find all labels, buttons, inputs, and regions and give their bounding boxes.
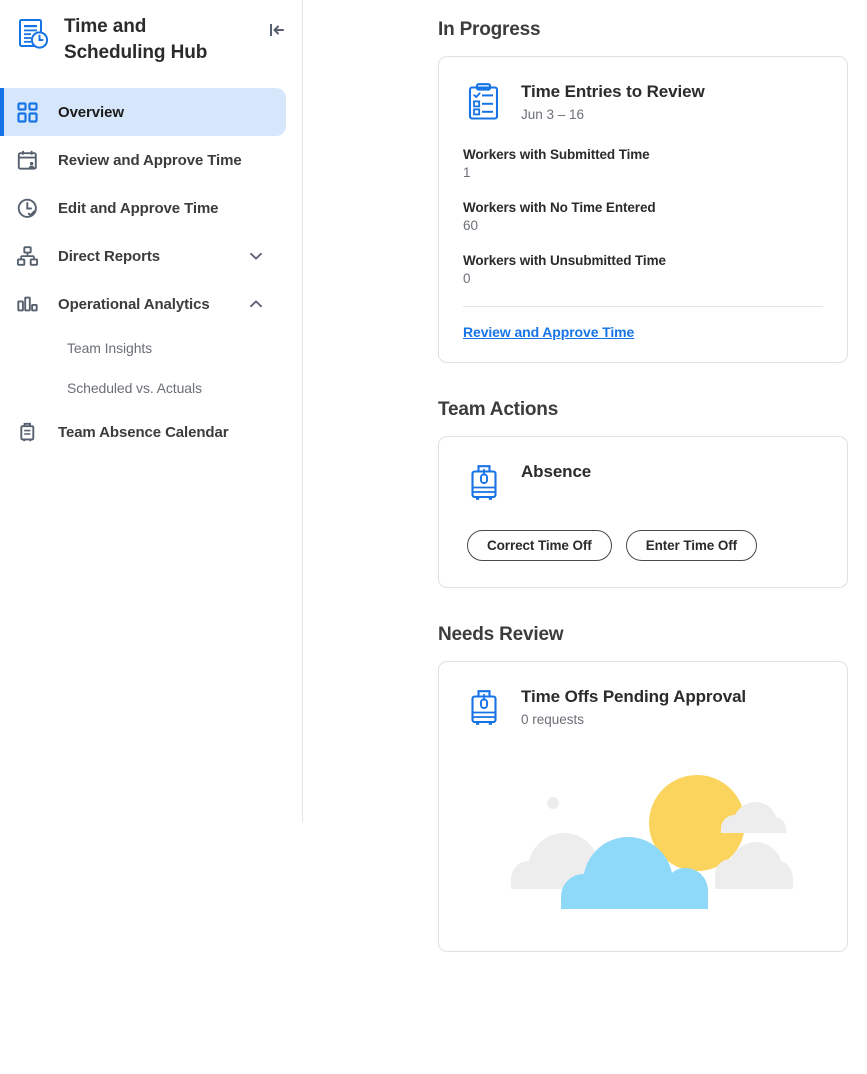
review-and-approve-time-link[interactable]: Review and Approve Time: [463, 324, 634, 340]
sidebar-subitem-label: Team Insights: [67, 340, 153, 356]
collapse-panel-left-icon[interactable]: [266, 20, 288, 40]
sidebar-item-review-and-approve-time[interactable]: Review and Approve Time: [0, 136, 286, 184]
card-absence: Absence Correct Time Off Enter Time Off: [438, 436, 848, 588]
card-footer: Review and Approve Time: [439, 307, 847, 362]
metric-label: Workers with Submitted Time: [463, 147, 650, 162]
sidebar-subitem-scheduled-vs-actuals[interactable]: Scheduled vs. Actuals: [0, 368, 302, 408]
sidebar-item-label: Review and Approve Time: [58, 151, 242, 169]
app-root: Time and Scheduling Hub Overview Review …: [0, 0, 867, 1074]
card-header-text: Time Offs Pending Approval 0 requests: [521, 686, 746, 727]
metric-row: Workers with No Time Entered 60: [463, 200, 823, 233]
card-header-text: Absence: [521, 461, 591, 483]
sun-clouds-empty-state-illustration: [439, 733, 847, 951]
suitcase-icon: [16, 422, 38, 443]
calendar-person-icon: [16, 150, 38, 171]
metric-list: Workers with Submitted Time 1 Workers wi…: [439, 126, 847, 286]
sidebar: Time and Scheduling Hub Overview Review …: [0, 0, 303, 1074]
card-header: Absence: [439, 437, 847, 508]
card-header: Time Entries to Review Jun 3 – 16: [439, 57, 847, 126]
card-title: Time Offs Pending Approval: [521, 687, 747, 706]
chevron-down-icon[interactable]: [244, 248, 268, 264]
metric-value: 0: [463, 271, 471, 286]
clock-check-icon: [16, 198, 38, 219]
section-title: In Progress: [438, 19, 541, 40]
sidebar-item-overview[interactable]: Overview: [0, 88, 286, 136]
suitcase-icon: [466, 463, 502, 508]
grid-dashboard-icon: [16, 101, 38, 123]
metric-row: Workers with Unsubmitted Time 0: [463, 253, 823, 286]
sidebar-item-label: Direct Reports: [58, 247, 160, 265]
sidebar-item-team-absence-calendar[interactable]: Team Absence Calendar: [0, 408, 286, 456]
main-content: In Progress Time Entries to Review Jun 3…: [302, 0, 867, 1074]
absence-action-buttons: Correct Time Off Enter Time Off: [439, 508, 847, 587]
sidebar-item-label: Team Absence Calendar: [58, 423, 229, 441]
sidebar-item-edit-and-approve-time[interactable]: Edit and Approve Time: [0, 184, 286, 232]
org-chart-icon: [16, 245, 38, 267]
sidebar-item-operational-analytics[interactable]: Operational Analytics: [0, 280, 286, 328]
chevron-up-icon[interactable]: [244, 296, 268, 312]
card-time-offs-pending-approval: Time Offs Pending Approval 0 requests: [438, 661, 848, 952]
sidebar-item-label: Operational Analytics: [58, 295, 210, 313]
card-header: Time Offs Pending Approval 0 requests: [439, 662, 847, 733]
card-title: Time Entries to Review: [521, 82, 705, 101]
metric-label: Workers with Unsubmitted Time: [463, 253, 666, 268]
suitcase-icon: [466, 688, 502, 733]
sidebar-subitem-team-insights[interactable]: Team Insights: [0, 328, 302, 368]
app-title: Time and Scheduling Hub: [64, 16, 208, 63]
correct-time-off-button[interactable]: Correct Time Off: [467, 530, 612, 561]
sidebar-subitem-label: Scheduled vs. Actuals: [67, 380, 202, 396]
metric-value: 1: [463, 165, 471, 180]
card-subtitle: Jun 3 – 16: [521, 107, 585, 122]
metric-label: Workers with No Time Entered: [463, 200, 656, 215]
section-team-actions: Team Actions Absence Correct Time Off En…: [438, 363, 848, 588]
card-subtitle: 0 requests: [521, 712, 585, 727]
sidebar-item-label: Edit and Approve Time: [58, 199, 219, 217]
clipboard-checklist-icon: [466, 83, 502, 126]
card-title: Absence: [521, 462, 592, 481]
sidebar-item-direct-reports[interactable]: Direct Reports: [0, 232, 286, 280]
enter-time-off-button[interactable]: Enter Time Off: [625, 530, 758, 561]
sidebar-nav: Overview Review and Approve Time Edit an…: [0, 86, 302, 456]
metric-row: Workers with Submitted Time 1: [463, 147, 823, 180]
card-time-entries-to-review[interactable]: Time Entries to Review Jun 3 – 16 Worker…: [438, 56, 848, 363]
sidebar-item-label: Overview: [58, 103, 124, 121]
section-in-progress: In Progress Time Entries to Review Jun 3…: [438, 0, 848, 363]
sidebar-divider: [302, 0, 303, 822]
app-brand: Time and Scheduling Hub: [0, 0, 302, 86]
section-needs-review: Needs Review Time Offs Pending Approval …: [438, 588, 848, 952]
metric-value: 60: [463, 218, 479, 233]
section-title: Team Actions: [438, 399, 559, 420]
bar-chart-icon: [16, 294, 38, 315]
section-title: Needs Review: [438, 624, 564, 645]
document-clock-icon: [16, 17, 50, 56]
card-header-text: Time Entries to Review Jun 3 – 16: [521, 81, 705, 122]
